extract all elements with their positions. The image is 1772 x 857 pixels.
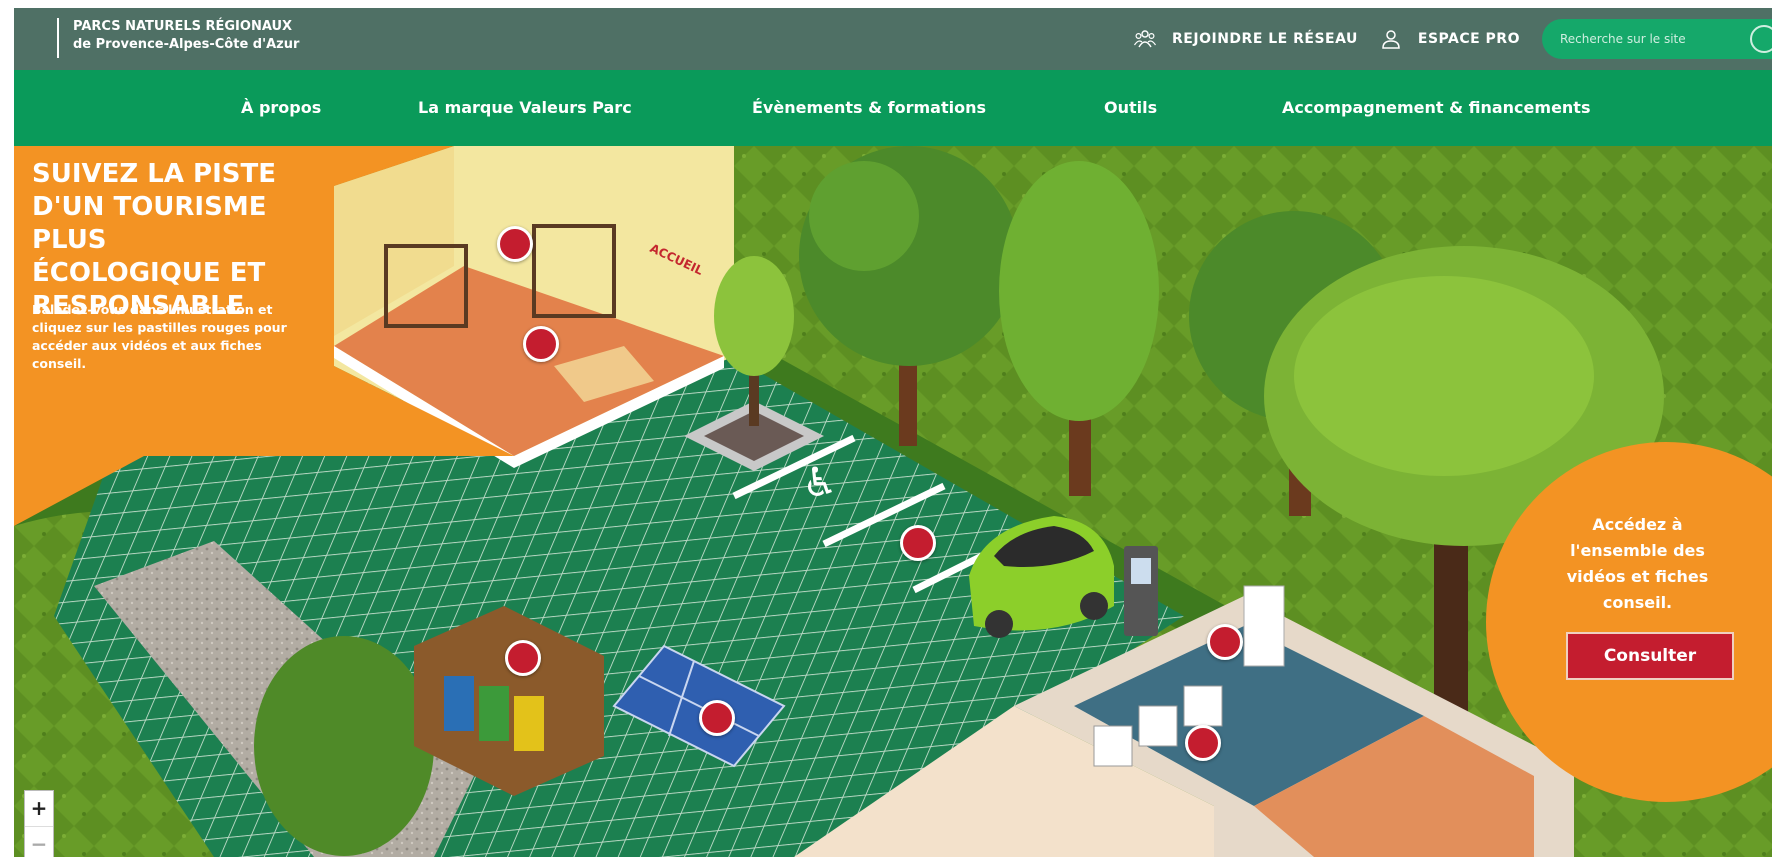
hotspot-marker[interactable]	[1185, 725, 1221, 761]
hotspot-marker[interactable]	[523, 326, 559, 362]
intro-title: SUIVEZ LA PISTE D'UN TOURISME PLUS ÉCOLO…	[32, 159, 276, 321]
intro-panel: SUIVEZ LA PISTE D'UN TOURISME PLUS ÉCOLO…	[14, 146, 314, 446]
user-icon	[1382, 30, 1400, 49]
hotspot-marker[interactable]	[497, 226, 533, 262]
zoom-in-button[interactable]: +	[25, 791, 53, 826]
top-links: REJOINDRE LE RÉSEAU ESPACE PRO	[1134, 8, 1772, 70]
nav-item-outils[interactable]: Outils	[1104, 70, 1157, 146]
intro-text: Baladez-vous dans l'illustration et cliq…	[32, 302, 287, 371]
charging-station	[1124, 546, 1158, 636]
hotspot-marker[interactable]	[1207, 624, 1243, 660]
nav-item-accompagnement-financements[interactable]: Accompagnement & financements	[1282, 70, 1590, 146]
search-icon[interactable]	[1750, 25, 1772, 53]
espace-pro-link[interactable]: ESPACE PRO	[1380, 28, 1520, 50]
interactive-illustration: ♿ ACCUEIL SUIVEZ LA PISTE D'UN TOURISME …	[14, 146, 1772, 857]
people-icon	[1134, 30, 1157, 48]
hotspot-marker[interactable]	[900, 525, 936, 561]
zoom-out-button[interactable]: −	[25, 826, 53, 857]
accessible-parking-icon: ♿	[802, 460, 838, 506]
nav-item-a-propos[interactable]: À propos	[241, 70, 321, 146]
search-box	[1542, 19, 1772, 59]
join-network-link[interactable]: REJOINDRE LE RÉSEAU	[1134, 28, 1358, 50]
search-input[interactable]	[1560, 32, 1710, 46]
logo-line-1: PARCS NATURELS RÉGIONAUX	[73, 19, 293, 34]
join-network-label: REJOINDRE LE RÉSEAU	[1172, 31, 1358, 47]
top-bar: PARCS NATURELS RÉGIONAUX de Provence-Alp…	[14, 8, 1772, 70]
zoom-controls: + −	[24, 790, 54, 857]
logo-line-2: de Provence-Alpes-Côte d'Azur	[73, 37, 300, 52]
site-logo[interactable]: PARCS NATURELS RÉGIONAUX de Provence-Alp…	[57, 18, 299, 58]
main-nav: À propos La marque Valeurs Parc Évènemen…	[14, 70, 1772, 146]
cta-text: Accédez à l'ensemble des vidéos et fiche…	[1566, 515, 1709, 612]
espace-pro-label: ESPACE PRO	[1417, 31, 1520, 47]
tree-icon	[254, 636, 434, 856]
nav-item-marque-valeurs-parc[interactable]: La marque Valeurs Parc	[418, 70, 632, 146]
page-frame: PARCS NATURELS RÉGIONAUX de Provence-Alp…	[14, 8, 1772, 857]
hotspot-marker[interactable]	[505, 640, 541, 676]
nav-item-evenements-formations[interactable]: Évènements & formations	[752, 70, 986, 146]
hotspot-marker[interactable]	[699, 700, 735, 736]
consulter-button[interactable]: Consulter	[1566, 632, 1734, 680]
